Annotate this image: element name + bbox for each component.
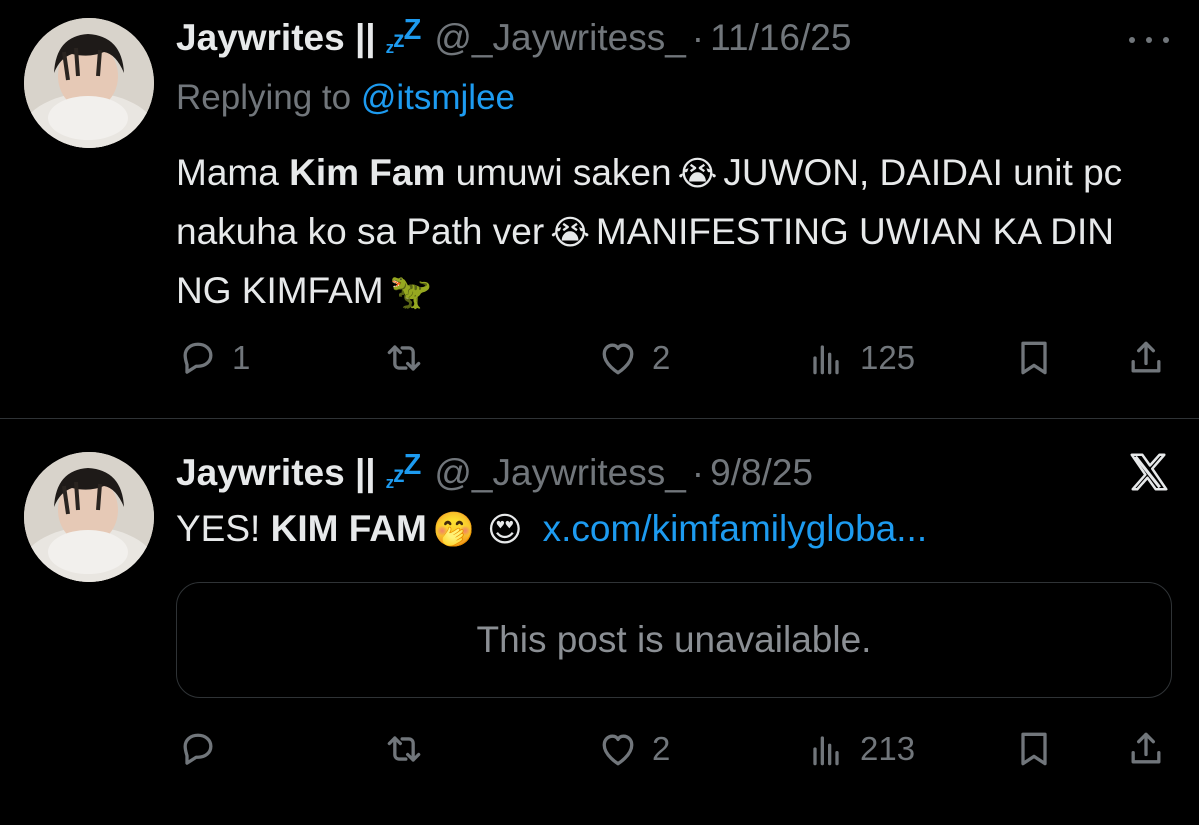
post-date[interactable]: 9/8/25 (710, 452, 813, 494)
post-date[interactable]: 11/16/25 (710, 17, 851, 59)
bookmark-icon (1021, 732, 1047, 766)
author-handle[interactable]: @_Jaywritess_ (434, 452, 685, 494)
bookmark-icon (1021, 341, 1047, 375)
reply-button[interactable] (176, 724, 220, 774)
crying-emoji: 😭 (677, 154, 718, 194)
crying-emoji: 😭 (550, 213, 590, 253)
retweet-button[interactable] (382, 333, 426, 383)
mention-link[interactable]: @itsmjlee (361, 78, 515, 117)
views-icon (813, 736, 839, 766)
bookmark-button[interactable] (1012, 724, 1056, 774)
share-button[interactable] (1124, 724, 1168, 774)
tweet-header: Jaywrites || zzZ @_Jaywritess_ · 11/16/2… (176, 14, 1175, 62)
external-link[interactable]: x.com/kimfamilygloba... (543, 508, 928, 549)
avatar[interactable] (24, 18, 154, 148)
author-handle[interactable]: @_Jaywritess_ (434, 17, 685, 59)
like-button[interactable]: 2 (596, 724, 670, 774)
sleep-emoji: zzZ (385, 449, 422, 492)
separator-dot: · (691, 452, 705, 493)
bookmark-button[interactable] (1012, 333, 1056, 383)
reply-button[interactable]: 1 (176, 333, 250, 383)
face-with-hand-over-mouth-emoji: 🤭 (432, 510, 476, 550)
views-button[interactable]: 213 (804, 724, 915, 774)
tweet-header: Jaywrites || zzZ @_Jaywritess_ · 9/8/25 (176, 449, 1175, 497)
tweet[interactable]: Jaywrites || zzZ @_Jaywritess_ · 11/16/2… (0, 0, 1199, 419)
share-button[interactable] (1124, 333, 1168, 383)
heart-eyes-emoji: 😍 (487, 510, 523, 550)
sleep-emoji: zzZ (385, 14, 422, 57)
author-name[interactable]: Jaywrites || (176, 452, 376, 494)
action-bar: 1 2 125 (176, 333, 1175, 383)
tweet-text: Mama Kim Fam umuwi saken 😭 JUWON, DAIDAI u… (176, 152, 1123, 312)
views-button[interactable]: 125 (804, 333, 915, 383)
heart-icon (602, 343, 634, 375)
more-horizontal-icon[interactable] (1129, 25, 1169, 55)
share-icon (1131, 341, 1161, 373)
views-icon (813, 345, 839, 375)
action-bar: 2 213 (176, 724, 1175, 774)
author-name[interactable]: Jaywrites || (176, 17, 376, 59)
t-rex-emoji: 🦖 (389, 272, 432, 312)
quoted-post-unavailable: This post is unavailable. (176, 582, 1172, 698)
tweet-text: YES! KIM FAM 🤭 😍 x.com/kimfamilygloba... (176, 508, 928, 550)
like-button[interactable]: 2 (596, 333, 670, 383)
separator-dot: · (691, 17, 705, 58)
x-logo-icon (1130, 453, 1168, 491)
share-icon (1131, 732, 1161, 764)
replying-to-label: Replying to (176, 78, 352, 117)
replying-to: Replying to @itsmjlee (176, 78, 515, 118)
retweet-button[interactable] (382, 724, 426, 774)
reply-icon (183, 342, 213, 374)
retweet-icon (387, 345, 421, 371)
heart-icon (602, 734, 634, 766)
reply-icon (183, 733, 213, 765)
avatar[interactable] (24, 452, 154, 582)
tweet[interactable]: Jaywrites || zzZ @_Jaywritess_ · 9/8/25 … (0, 419, 1199, 825)
retweet-icon (387, 736, 421, 762)
